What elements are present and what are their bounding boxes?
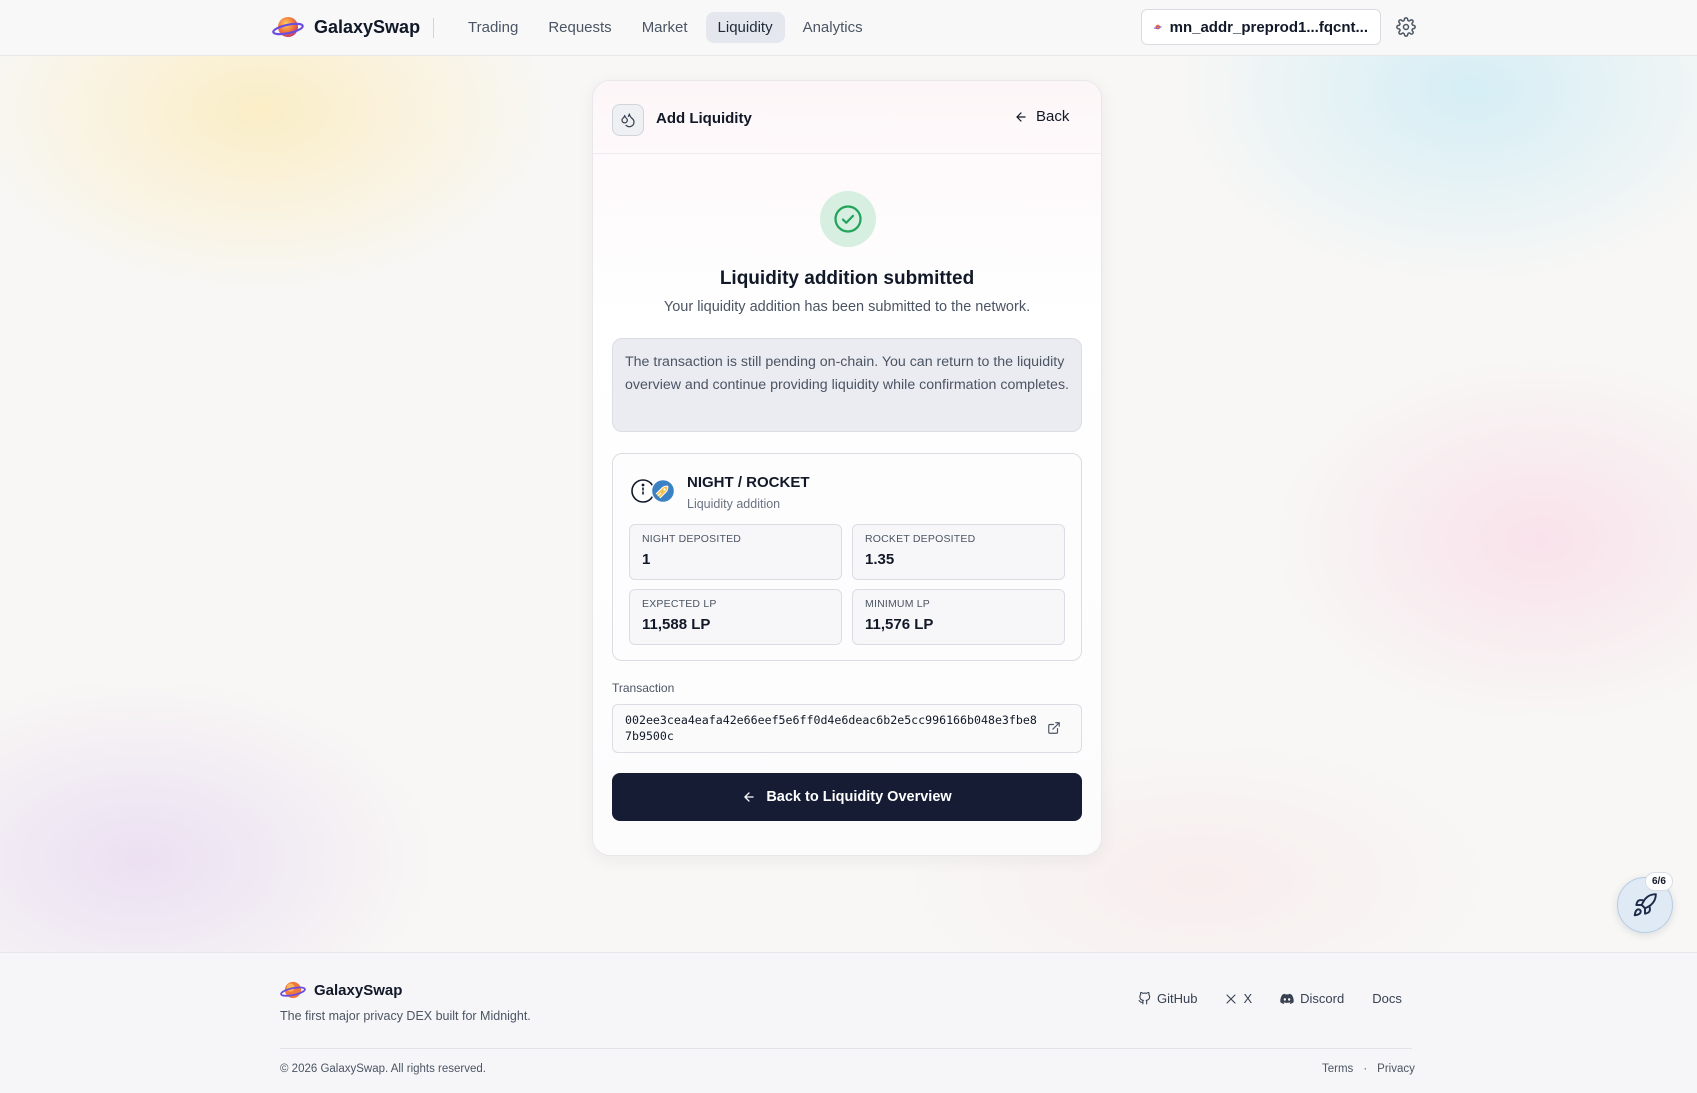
- brand-logo[interactable]: GalaxySwap: [272, 14, 420, 40]
- external-link-icon[interactable]: [1047, 721, 1061, 735]
- x-logo-icon: [1226, 993, 1237, 1004]
- footer-links: GitHub X Discord Docs: [1138, 991, 1402, 1006]
- wallet-button[interactable]: mn_addr_preprod1...fqcnt...: [1141, 9, 1381, 45]
- footer-link-label: X: [1243, 991, 1253, 1006]
- footer-divider: [280, 1048, 1412, 1049]
- add-liquidity-card: Add Liquidity Back Liquidity addition su…: [592, 80, 1102, 856]
- stat-expected-lp: EXPECTED LP 11,588 LP: [629, 589, 842, 645]
- stat-label: MINIMUM LP: [865, 598, 930, 610]
- liquidity-drop-icon: [612, 104, 644, 136]
- stat-label: EXPECTED LP: [642, 598, 717, 610]
- footer-link-label: Docs: [1372, 991, 1402, 1006]
- header-divider: [433, 18, 434, 38]
- top-nav-bar: GalaxySwap Trading Requests Market Liqui…: [0, 0, 1697, 56]
- stat-label: NIGHT DEPOSITED: [642, 533, 742, 545]
- success-title: Liquidity addition submitted: [719, 268, 975, 289]
- planet-logo-icon: [280, 981, 306, 999]
- pair-summary: NIGHT / ROCKET Liquidity addition NIGHT …: [612, 453, 1082, 661]
- brand-name: GalaxySwap: [314, 16, 421, 37]
- wallet-address: mn_addr_preprod1...fqcnt...: [1169, 18, 1368, 36]
- github-icon: [1138, 992, 1151, 1005]
- privacy-link[interactable]: Privacy: [1377, 1063, 1415, 1075]
- planet-logo-icon: [272, 17, 304, 37]
- card-title: Add Liquidity: [656, 110, 752, 127]
- nav-market[interactable]: Market: [630, 12, 700, 43]
- stat-rocket-deposited: ROCKET DEPOSITED 1.35: [852, 524, 1065, 580]
- footer-link-label: Discord: [1300, 991, 1345, 1006]
- footer-brand[interactable]: GalaxySwap: [280, 979, 402, 1001]
- footer-link-discord[interactable]: Discord: [1280, 991, 1344, 1006]
- nav-analytics[interactable]: Analytics: [791, 12, 875, 43]
- stat-minimum-lp: MINIMUM LP 11,576 LP: [852, 589, 1065, 645]
- pair-token-icons: [631, 478, 676, 504]
- success-check-icon: [820, 191, 876, 247]
- nav-requests[interactable]: Requests: [536, 12, 623, 43]
- back-to-overview-button[interactable]: Back to Liquidity Overview: [612, 773, 1082, 821]
- footer-tagline: The first major privacy DEX built for Mi…: [280, 1009, 531, 1023]
- rocket-icon: [1633, 893, 1657, 917]
- terms-link[interactable]: Terms: [1322, 1063, 1353, 1075]
- pair-name: NIGHT / ROCKET: [687, 474, 810, 491]
- arrow-left-icon: [744, 792, 755, 802]
- back-to-overview-label: Back to Liquidity Overview: [766, 789, 952, 805]
- copyright: © 2026 GalaxySwap. All rights reserved.: [280, 1063, 486, 1075]
- progress-badge: 6/6: [1645, 872, 1673, 891]
- footer-link-label: GitHub: [1157, 991, 1198, 1006]
- pair-subtitle: Liquidity addition: [687, 497, 781, 511]
- stat-value: 11,588 LP: [642, 616, 711, 633]
- footer-brand-name: GalaxySwap: [314, 981, 403, 999]
- footer-link-docs[interactable]: Docs: [1372, 991, 1402, 1006]
- nav-trading[interactable]: Trading: [456, 12, 530, 43]
- stat-value: 11,576 LP: [865, 616, 934, 633]
- stat-value: 1: [642, 551, 651, 568]
- legal-separator: ·: [1363, 1063, 1368, 1075]
- footer-link-github[interactable]: GitHub: [1138, 991, 1197, 1006]
- gear-icon[interactable]: [1396, 17, 1416, 37]
- arrow-left-icon: [1016, 111, 1026, 122]
- pending-notice: The transaction is still pending on-chai…: [612, 338, 1082, 432]
- stat-label: ROCKET DEPOSITED: [865, 533, 976, 545]
- success-subtitle: Your liquidity addition has been submitt…: [663, 299, 1031, 315]
- stat-night-deposited: NIGHT DEPOSITED 1: [629, 524, 842, 580]
- discord-icon: [1280, 993, 1294, 1004]
- transaction-hash[interactable]: 002ee3cea4eafa42e66eef5e6ff0d4e6deac6b2e…: [612, 704, 1082, 753]
- stat-value: 1.35: [865, 551, 895, 568]
- footer: GalaxySwap The first major privacy DEX b…: [0, 952, 1697, 1093]
- main-nav: Trading Requests Market Liquidity Analyt…: [456, 12, 875, 43]
- nav-liquidity[interactable]: Liquidity: [705, 12, 785, 43]
- card-header: Add Liquidity Back: [593, 81, 1101, 154]
- back-button-label: Back: [1036, 108, 1070, 125]
- legal-links: Terms · Privacy: [1322, 1063, 1415, 1075]
- wallet-avatar-icon: [1154, 24, 1162, 30]
- footer-link-x[interactable]: X: [1225, 991, 1252, 1006]
- transaction-label: Transaction: [612, 681, 675, 695]
- back-button[interactable]: Back: [1014, 108, 1069, 125]
